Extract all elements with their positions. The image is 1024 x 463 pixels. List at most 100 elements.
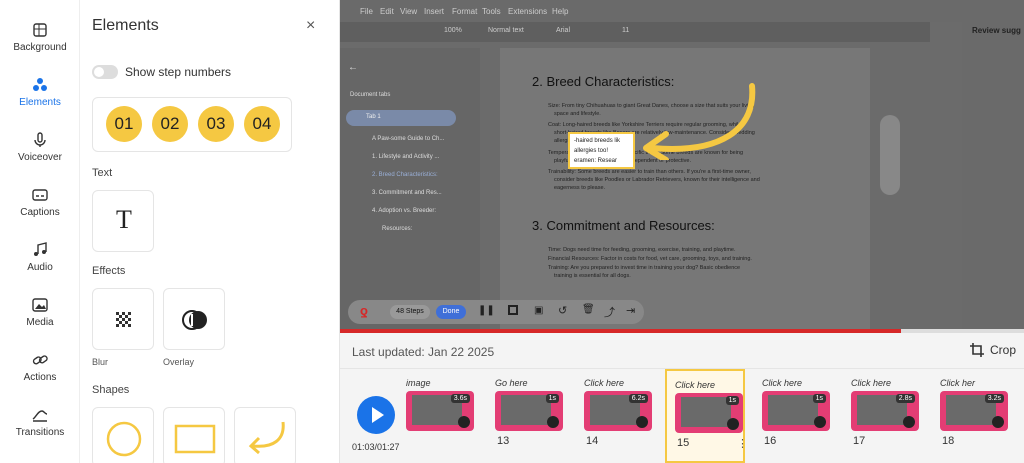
doc-line: Time: Dogs need time for feeding, groomi… (548, 247, 736, 253)
doc-line: Financial Resources: Factor in costs for… (548, 256, 752, 262)
steps-count-chip[interactable]: 48 Steps (390, 305, 430, 319)
image-capture-icon[interactable]: ▣ (534, 305, 543, 316)
upload-icon[interactable]: ⤴ (604, 304, 615, 320)
pause-icon[interactable]: ❚❚ (478, 305, 495, 316)
recording-preview[interactable]: File Edit View Insert Format Tools Exten… (340, 0, 1024, 333)
rail-item-captions[interactable]: Captions (0, 187, 80, 218)
text-element-tile[interactable]: T (92, 190, 154, 252)
close-icon[interactable]: × (306, 17, 315, 35)
overlay-effect-tile[interactable] (163, 288, 225, 350)
clip-label: Click here (584, 378, 625, 388)
clip-label: image (406, 378, 431, 388)
blur-effect-tile[interactable] (92, 288, 154, 350)
rail-item-background[interactable]: Background (0, 22, 80, 53)
crop-button[interactable]: Crop (990, 343, 1016, 357)
timeline-clip[interactable]: Click her 3.2s 18 (932, 369, 1012, 463)
clip-thumbnail[interactable]: 1s (495, 391, 563, 431)
docs-menubar: File Edit View Insert Format Tools Exten… (340, 0, 1024, 22)
rail-label-voiceover: Voiceover (18, 152, 62, 163)
circle-shape-tile[interactable] (92, 407, 154, 463)
rail-item-voiceover[interactable]: Voiceover (0, 132, 80, 163)
clip-screen-preview (501, 395, 551, 425)
rail-item-actions[interactable]: Actions (0, 352, 80, 383)
outline-item[interactable]: 4. Adoption vs. Breeder: (372, 208, 436, 214)
trash-icon[interactable]: 🗑 (582, 304, 595, 315)
overlay-icon (182, 310, 207, 330)
stop-icon[interactable] (508, 305, 518, 315)
highlight-line: eramen: Resear (574, 158, 618, 164)
microphone-icon[interactable] (727, 418, 739, 430)
clip-screen-preview (681, 397, 731, 427)
timeline-clip[interactable]: image 3.6s (398, 369, 478, 463)
step-numbers-toggle[interactable] (92, 65, 118, 79)
outline-item[interactable]: A Paw-some Guide to Ch... (372, 136, 444, 142)
clip-label: Click here (851, 378, 892, 388)
circle-shape-icon (106, 421, 142, 457)
image-icon (32, 298, 48, 312)
rail-label-elements: Elements (19, 97, 61, 108)
clip-thumbnail[interactable]: 6.2s (584, 391, 652, 431)
doc-line: consider breeds like Poodles or Labrador… (554, 177, 760, 183)
timeline-clip[interactable]: Click here 2.8s 17 (843, 369, 923, 463)
menu-file: File (360, 7, 373, 16)
clip-thumbnail[interactable]: 3.6s (406, 391, 474, 431)
clip-screen-preview (768, 395, 818, 425)
done-button[interactable]: Done (436, 305, 466, 319)
clip-label: Click her (940, 378, 976, 388)
crop-icon[interactable] (970, 343, 984, 357)
doc-line: space and lifestyle. (554, 111, 601, 117)
timeline-clip[interactable]: Click here 6.2s 14 (576, 369, 656, 463)
doc-line: eagerness to please. (554, 185, 606, 191)
timeline-clip[interactable]: Click here 1s 16 (754, 369, 834, 463)
outline-tab[interactable]: Tab 1 (346, 110, 456, 126)
microphone-icon[interactable] (458, 416, 470, 428)
clip-thumbnail[interactable]: 3.2s (940, 391, 1008, 431)
clip-duration: 1s (812, 394, 826, 403)
clip-thumbnail[interactable]: 1s (675, 393, 743, 433)
review-panel: Review sugg (962, 0, 1024, 333)
clip-thumbnail[interactable]: 2.8s (851, 391, 919, 431)
step-number-badge: 01 (106, 106, 142, 142)
outline-tab-label: Tab 1 (366, 114, 381, 120)
timeline-clip[interactable]: Go here 1s 13 (487, 369, 567, 463)
document-outline: ← Document tabs Tab 1 A Paw-some Guide t… (340, 48, 480, 333)
exit-icon[interactable]: ⇥ (626, 304, 635, 317)
clip-thumbnail[interactable]: 1s (762, 391, 830, 431)
more-options-icon[interactable]: ⋮ (737, 437, 748, 450)
step-numbers-element[interactable]: 01 02 03 04 (92, 97, 292, 152)
clip-label: Click here (675, 380, 716, 390)
last-updated: Last updated: Jan 22 2025 (352, 345, 495, 359)
microphone-icon[interactable] (814, 416, 826, 428)
menu-extensions: Extensions (508, 7, 548, 16)
panel-title: Elements (92, 17, 159, 34)
rail-item-transitions[interactable]: Transitions (0, 407, 80, 438)
rail-label-media: Media (26, 317, 54, 328)
timeline-clip[interactable]: Click here 1s 15 ⋮ (665, 369, 748, 463)
section-effects: Effects (92, 265, 126, 277)
microphone-icon[interactable] (903, 416, 915, 428)
menu-help: Help (552, 7, 569, 16)
play-button[interactable] (357, 396, 395, 434)
microphone-icon[interactable] (547, 416, 559, 428)
rail-item-media[interactable]: Media (0, 297, 80, 328)
outline-header: Document tabs (350, 92, 391, 98)
rectangle-shape-tile[interactable] (163, 407, 225, 463)
outline-item[interactable]: Resources: (382, 226, 412, 232)
rail-item-audio[interactable]: Audio (0, 242, 80, 273)
rail-item-elements[interactable]: Elements (0, 77, 80, 108)
doc-line: Trainability: Some breeds are easier to … (548, 169, 751, 175)
outline-item[interactable]: 2. Breed Characteristics: (372, 172, 438, 178)
undo-icon[interactable]: ↺ (558, 304, 567, 317)
microphone-icon[interactable] (992, 416, 1004, 428)
outline-item[interactable]: 1. Lifestyle and Activity ... (372, 154, 439, 160)
captions-icon (32, 189, 48, 201)
floating-toolbar[interactable] (880, 115, 900, 195)
section-text: Text (92, 167, 113, 179)
arrow-shape-tile[interactable] (234, 407, 296, 463)
outline-item[interactable]: 3. Commitment and Res... (372, 190, 442, 196)
info-bar: Last updated: Jan 22 2025 Crop (340, 333, 1024, 369)
clip-number: 15 (677, 437, 690, 449)
highlight-line: allergies too! (574, 148, 609, 154)
microphone-icon[interactable] (636, 416, 648, 428)
menu-view: View (400, 7, 418, 16)
